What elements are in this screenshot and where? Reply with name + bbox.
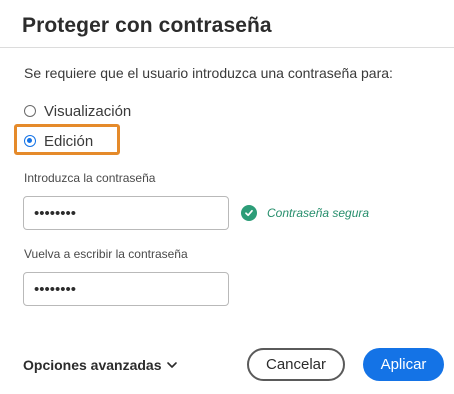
advanced-options-label: Opciones avanzadas [23, 357, 162, 373]
radio-visualizacion[interactable] [24, 105, 36, 117]
chevron-down-icon [166, 359, 178, 371]
password-label: Introduzca la contraseña [24, 171, 156, 185]
advanced-options-toggle[interactable]: Opciones avanzadas [23, 357, 178, 373]
protection-prompt: Se requiere que el usuario introduzca un… [24, 65, 393, 81]
password-value: •••••••• [34, 204, 77, 222]
password-strength: Contraseña segura [241, 205, 369, 221]
password-field[interactable]: •••••••• [23, 196, 229, 230]
password-strength-text: Contraseña segura [267, 206, 370, 220]
confirm-password-value: •••••••• [34, 280, 77, 298]
password-protect-dialog: Proteger con contraseña Se requiere que … [0, 0, 454, 394]
option-visualizacion-label: Visualización [44, 102, 132, 120]
edicion-highlight-box [14, 124, 120, 155]
confirm-password-label: Vuelva a escribir la contraseña [24, 247, 188, 261]
apply-button[interactable]: Aplicar [363, 348, 444, 381]
check-circle-icon [241, 205, 257, 221]
title-divider [0, 47, 454, 48]
dialog-title: Proteger con contraseña [22, 14, 272, 37]
cancel-button[interactable]: Cancelar [247, 348, 345, 381]
confirm-password-field[interactable]: •••••••• [23, 272, 229, 306]
option-visualizacion[interactable]: Visualización [24, 101, 131, 121]
